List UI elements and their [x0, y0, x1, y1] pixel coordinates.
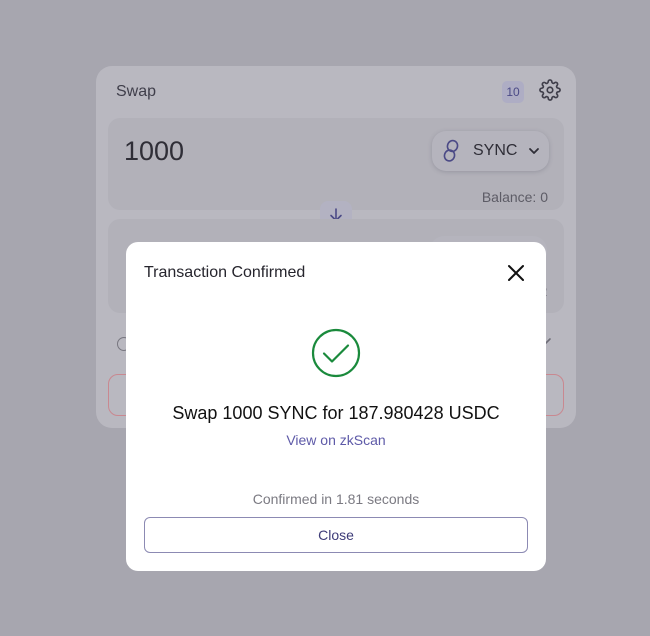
from-panel: 1000 SYNC Balance: 0: [108, 118, 564, 210]
confirmation-time: Confirmed in 1.81 seconds: [252, 491, 420, 507]
transaction-confirmed-modal: Transaction Confirmed Swap 1000 SYNC for…: [126, 242, 546, 571]
slippage-badge: 10: [502, 81, 524, 103]
swap-summary: Swap 1000 SYNC for 187.980428 USDC: [172, 403, 500, 423]
modal-title: Transaction Confirmed: [144, 264, 306, 281]
close-icon[interactable]: [507, 264, 525, 282]
chevron-down-icon: [529, 148, 539, 154]
token-symbol: SYNC: [473, 142, 518, 159]
gear-icon[interactable]: [539, 79, 561, 101]
from-balance: Balance: 0: [481, 189, 548, 205]
view-on-zkscan-link[interactable]: View on zkScan: [126, 432, 546, 448]
token-select-button[interactable]: SYNC: [432, 131, 549, 171]
swap-title: Swap: [116, 83, 157, 100]
close-button[interactable]: Close: [144, 517, 528, 553]
check-circle-icon: [311, 328, 361, 378]
from-amount-input[interactable]: 1000: [124, 136, 184, 167]
sync-token-icon: [443, 139, 459, 162]
